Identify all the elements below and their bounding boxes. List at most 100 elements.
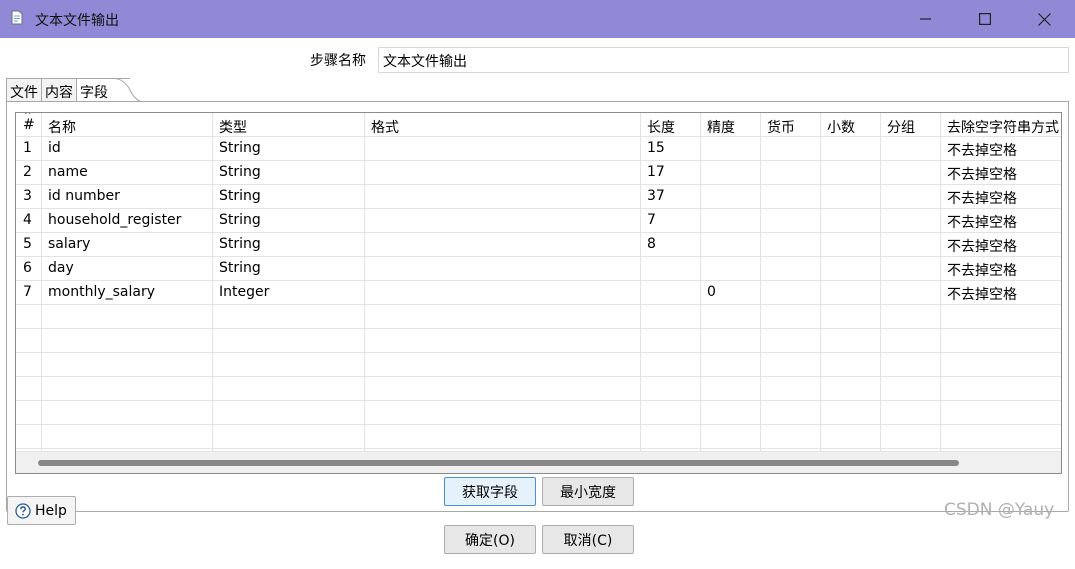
field-currency[interactable]	[761, 137, 821, 161]
header-decimal[interactable]: 小数	[821, 113, 881, 137]
field-format[interactable]	[365, 281, 641, 305]
field-length[interactable]: 7	[641, 209, 701, 233]
field-decimal[interactable]	[821, 233, 881, 257]
field-type[interactable]: String	[213, 185, 365, 209]
header-trim[interactable]: 去除空字符串方式	[941, 113, 1061, 137]
field-precision[interactable]	[701, 185, 761, 209]
header-index[interactable]: #	[16, 113, 42, 137]
field-type[interactable]: Integer	[213, 281, 365, 305]
field-precision[interactable]	[701, 209, 761, 233]
field-length[interactable]: 37	[641, 185, 701, 209]
field-group[interactable]	[881, 209, 941, 233]
field-type[interactable]: String	[213, 161, 365, 185]
maximize-button[interactable]	[956, 0, 1014, 38]
field-precision[interactable]	[701, 233, 761, 257]
field-group[interactable]	[881, 281, 941, 305]
field-group[interactable]	[881, 161, 941, 185]
header-currency[interactable]: 货币	[761, 113, 821, 137]
field-currency[interactable]	[761, 185, 821, 209]
field-decimal[interactable]	[821, 257, 881, 281]
field-length[interactable]: 15	[641, 137, 701, 161]
field-length[interactable]: 17	[641, 161, 701, 185]
field-decimal[interactable]	[821, 209, 881, 233]
empty-table-row[interactable]	[16, 353, 1061, 377]
cancel-button[interactable]: 取消(C)	[542, 525, 634, 554]
step-name-input[interactable]: 文本文件输出	[378, 47, 1069, 73]
field-trim[interactable]: 不去掉空格	[941, 233, 1061, 257]
table-row[interactable]: 5 salary String 8 不去掉空格	[16, 233, 1061, 257]
field-name[interactable]: id number	[42, 185, 213, 209]
tab-content[interactable]: 内容	[41, 78, 77, 102]
scrollbar-thumb[interactable]	[38, 460, 959, 466]
tab-file[interactable]: 文件	[6, 78, 42, 102]
empty-table-row[interactable]	[16, 401, 1061, 425]
table-row[interactable]: 4 household_register String 7 不去掉空格	[16, 209, 1061, 233]
ok-button[interactable]: 确定(O)	[444, 525, 536, 554]
field-format[interactable]	[365, 161, 641, 185]
field-group[interactable]	[881, 257, 941, 281]
field-type[interactable]: String	[213, 137, 365, 161]
header-length[interactable]: 长度	[641, 113, 701, 137]
field-precision[interactable]: 0	[701, 281, 761, 305]
empty-table-row[interactable]	[16, 425, 1061, 449]
get-fields-button[interactable]: 获取字段	[444, 477, 536, 506]
field-name[interactable]: id	[42, 137, 213, 161]
field-decimal[interactable]	[821, 281, 881, 305]
header-name[interactable]: 名称	[42, 113, 213, 137]
horizontal-scrollbar[interactable]	[16, 451, 1061, 473]
field-currency[interactable]	[761, 161, 821, 185]
field-type[interactable]: String	[213, 233, 365, 257]
field-format[interactable]	[365, 233, 641, 257]
field-trim[interactable]: 不去掉空格	[941, 161, 1061, 185]
field-currency[interactable]	[761, 209, 821, 233]
table-row[interactable]: 1 id String 15 不去掉空格	[16, 137, 1061, 161]
header-group[interactable]: 分组	[881, 113, 941, 137]
header-precision[interactable]: 精度	[701, 113, 761, 137]
field-format[interactable]	[365, 257, 641, 281]
field-decimal[interactable]	[821, 185, 881, 209]
header-type[interactable]: 类型	[213, 113, 365, 137]
min-width-button[interactable]: 最小宽度	[542, 477, 634, 506]
header-format[interactable]: 格式	[365, 113, 641, 137]
field-format[interactable]	[365, 185, 641, 209]
field-trim[interactable]: 不去掉空格	[941, 185, 1061, 209]
empty-table-row[interactable]	[16, 377, 1061, 401]
field-currency[interactable]	[761, 257, 821, 281]
field-name[interactable]: day	[42, 257, 213, 281]
field-type[interactable]: String	[213, 257, 365, 281]
field-type[interactable]: String	[213, 209, 365, 233]
close-icon	[1037, 12, 1051, 26]
field-format[interactable]	[365, 137, 641, 161]
field-group[interactable]	[881, 137, 941, 161]
field-precision[interactable]	[701, 161, 761, 185]
field-precision[interactable]	[701, 137, 761, 161]
field-length[interactable]	[641, 257, 701, 281]
field-group[interactable]	[881, 185, 941, 209]
minimize-button[interactable]	[897, 0, 955, 38]
field-decimal[interactable]	[821, 137, 881, 161]
table-row[interactable]: 3 id number String 37 不去掉空格	[16, 185, 1061, 209]
field-group[interactable]	[881, 233, 941, 257]
close-button[interactable]	[1015, 0, 1073, 38]
table-row[interactable]: 2 name String 17 不去掉空格	[16, 161, 1061, 185]
field-trim[interactable]: 不去掉空格	[941, 209, 1061, 233]
field-currency[interactable]	[761, 281, 821, 305]
field-length[interactable]: 8	[641, 233, 701, 257]
field-name[interactable]: salary	[42, 233, 213, 257]
field-trim[interactable]: 不去掉空格	[941, 257, 1061, 281]
field-trim[interactable]: 不去掉空格	[941, 137, 1061, 161]
field-name[interactable]: monthly_salary	[42, 281, 213, 305]
table-row[interactable]: 7 monthly_salary Integer 0 不去掉空格	[16, 281, 1061, 305]
field-format[interactable]	[365, 209, 641, 233]
empty-table-row[interactable]	[16, 305, 1061, 329]
field-trim[interactable]: 不去掉空格	[941, 281, 1061, 305]
field-currency[interactable]	[761, 233, 821, 257]
field-decimal[interactable]	[821, 161, 881, 185]
field-precision[interactable]	[701, 257, 761, 281]
table-row[interactable]: 6 day String 不去掉空格	[16, 257, 1061, 281]
help-button[interactable]: Help	[7, 496, 76, 525]
field-name[interactable]: name	[42, 161, 213, 185]
empty-table-row[interactable]	[16, 329, 1061, 353]
field-name[interactable]: household_register	[42, 209, 213, 233]
field-length[interactable]	[641, 281, 701, 305]
